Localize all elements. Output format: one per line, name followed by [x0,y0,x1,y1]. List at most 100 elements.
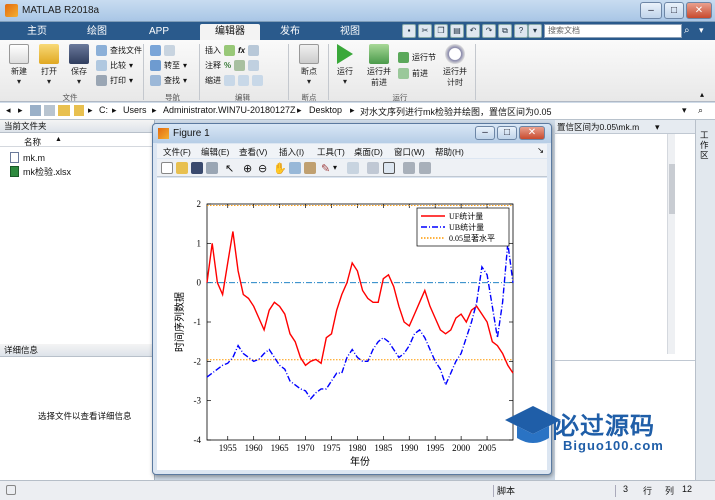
wrap-comment-icon[interactable] [248,60,260,71]
redo-quick-icon[interactable]: ↷ [482,24,496,38]
tab-plots[interactable]: 绘图 [78,24,116,40]
save-figure-icon[interactable] [191,162,203,174]
run-section-button[interactable]: 运行节 [398,52,436,63]
run-and-advance-button[interactable]: 运行并 前进 [364,44,394,88]
save-button[interactable]: 保存 ▾ [66,44,92,86]
switch-window-icon[interactable]: ⧉ [498,24,512,38]
tab-apps[interactable]: APP [140,24,178,40]
path-part[interactable]: C: [99,105,108,115]
path-part[interactable]: Desktop [309,105,342,115]
up-folder-icon[interactable] [30,105,41,116]
legend-icon[interactable] [383,162,395,174]
menu-desktop[interactable]: 桌面(D) [354,146,383,158]
pointer-icon[interactable]: ↖ [225,162,234,175]
editor-tab[interactable]: 置信区间为0.05\mk.m [555,120,695,134]
address-dropdown-icon[interactable]: ▾ [682,105,687,116]
dropdown-quick-icon[interactable]: ▾ [528,24,542,38]
comment-percent-icon[interactable]: % [224,61,231,70]
insert-button[interactable]: 插入 fx [205,45,260,56]
path-part[interactable]: Administrator.WIN7U-20180127Z [163,105,296,115]
menu-view[interactable]: 查看(V) [239,146,267,158]
open-button[interactable]: 打开 ▾ [36,44,62,86]
paste-quick-icon[interactable]: ▤ [450,24,464,38]
smart-indent-icon[interactable] [224,75,235,86]
path-part[interactable]: 对水文序列进行mk检验并绘图，置信区间为0.05 [360,105,552,118]
file-list-header[interactable]: 名称 ▲ [0,135,154,147]
zoom-out-icon[interactable]: ⊖ [258,162,267,175]
copy-quick-icon[interactable]: ❐ [434,24,448,38]
minimize-button[interactable]: ‒ [640,2,662,19]
nav-back-forward[interactable] [150,45,175,56]
pan-hand-icon[interactable]: ✋ [273,162,287,175]
undo-quick-icon[interactable]: ↶ [466,24,480,38]
data-cursor-icon[interactable] [304,162,316,174]
figure-titlebar[interactable]: Figure 1 ‒ □ ✕ [153,124,551,143]
new-button[interactable]: 新建 ▾ [6,44,32,86]
print-figure-icon[interactable] [206,162,218,174]
tab-editor[interactable]: 编辑器 [200,24,260,40]
search-folder-icon[interactable]: ⌕ [698,105,703,116]
close-button[interactable]: ✕ [686,2,712,19]
save-quick-icon[interactable]: ▪ [402,24,416,38]
open-file-icon[interactable] [176,162,188,174]
menu-dock-icon[interactable]: ↘ [537,145,544,156]
workspace-tab-label[interactable]: 工作区 [700,130,712,160]
tab-home[interactable]: 主页 [18,24,56,40]
hide-plot-tools-icon[interactable] [403,162,415,174]
current-folder-address-bar[interactable]: ◂ ▸ ▸ C: ▸ Users ▸ Administrator.WIN7U-2… [0,103,715,120]
cut-quick-icon[interactable]: ✂ [418,24,432,38]
run-and-time-button[interactable]: 运行并 计时 [440,44,470,88]
maximize-button[interactable]: □ [664,2,684,19]
menu-insert[interactable]: 插入(I) [279,146,304,158]
insert-section-icon[interactable] [248,45,260,56]
menu-tools[interactable]: 工具(T) [317,146,345,158]
colorbar-icon[interactable] [367,162,379,174]
figure-maximize-button[interactable]: □ [497,126,517,140]
brush-dropdown-icon[interactable]: ▾ [333,163,337,172]
figure-window[interactable]: Figure 1 ‒ □ ✕ 文件(F) 编辑(E) 查看(V) 插入(I) 工… [152,123,552,475]
forward-arrow-icon[interactable] [164,45,175,56]
increase-indent-icon[interactable] [238,75,249,86]
goto-button[interactable]: 转至 ▾ [150,60,187,71]
zoom-in-icon[interactable]: ⊕ [243,162,252,175]
ribbon-expand-icon[interactable]: ▴ [700,90,704,99]
tab-view[interactable]: 视图 [330,24,370,40]
menu-file[interactable]: 文件(F) [163,146,191,158]
figure-close-button[interactable]: ✕ [519,126,545,140]
new-figure-icon[interactable] [161,162,173,174]
indent-button[interactable]: 缩进 [205,75,263,86]
menu-help[interactable]: 帮助(H) [435,146,464,158]
menu-edit[interactable]: 编辑(E) [201,146,229,158]
uncomment-icon[interactable] [234,60,246,71]
help-quick-icon[interactable]: ? [514,24,528,38]
compare-button[interactable]: 比较 ▾ [96,60,133,71]
link-plot-icon[interactable] [347,162,359,174]
forward-icon[interactable]: ▸ [18,105,23,116]
ribbon-collapse-icon[interactable]: ▾ [699,25,704,36]
search-icon[interactable]: ⌕ [684,25,690,36]
find-files-button[interactable]: 查找文件 [96,45,142,56]
brush-icon[interactable]: ✎ [321,162,330,175]
back-icon[interactable]: ◂ [6,105,11,116]
find-button[interactable]: 查找 ▾ [150,75,187,86]
advance-button[interactable]: 前进 [398,68,428,79]
editor-scrollbar[interactable] [667,134,675,354]
path-part[interactable]: Users [123,105,147,115]
search-input[interactable]: 搜索文档 [544,24,682,38]
print-button[interactable]: 打印 ▾ [96,75,133,86]
decrease-indent-icon[interactable] [252,75,263,86]
browse-folder-icon[interactable] [58,105,70,116]
rotate-3d-icon[interactable] [289,162,301,174]
figure-minimize-button[interactable]: ‒ [475,126,495,140]
list-item[interactable]: mk检验.xlsx [10,165,71,178]
breakpoints-button[interactable]: 断点 ▾ [294,44,324,86]
fx-icon[interactable]: fx [238,46,245,55]
editor-options-icon[interactable]: ▾ [655,122,660,133]
name-column-header[interactable]: 名称 [24,136,41,148]
back-arrow-icon[interactable] [150,45,161,56]
root-icon[interactable] [44,105,55,116]
run-button[interactable]: 运行 ▾ [332,44,358,86]
tab-publish[interactable]: 发布 [270,24,310,40]
list-item[interactable]: mk.m [10,152,45,163]
scrollbar-thumb[interactable] [669,164,675,214]
